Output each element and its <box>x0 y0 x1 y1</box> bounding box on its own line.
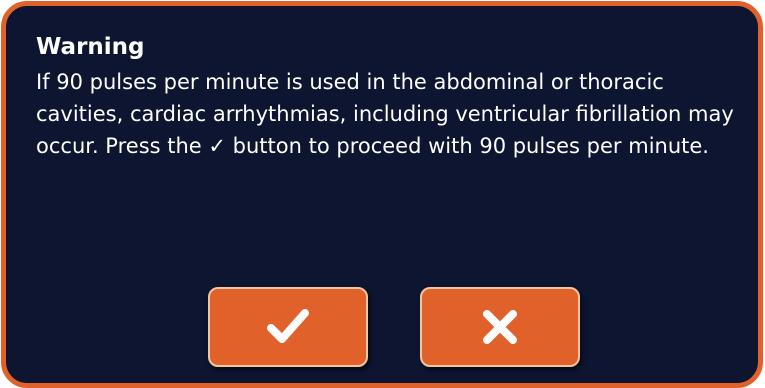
warning-dialog: Warning If 90 pulses per minute is used … <box>1 1 763 388</box>
checkmark-icon <box>266 307 310 347</box>
cancel-button[interactable] <box>420 287 580 367</box>
warning-message: If 90 pulses per minute is used in the a… <box>36 70 734 158</box>
dialog-title: Warning <box>36 34 145 60</box>
x-icon <box>480 307 520 347</box>
confirm-button[interactable] <box>208 287 368 367</box>
